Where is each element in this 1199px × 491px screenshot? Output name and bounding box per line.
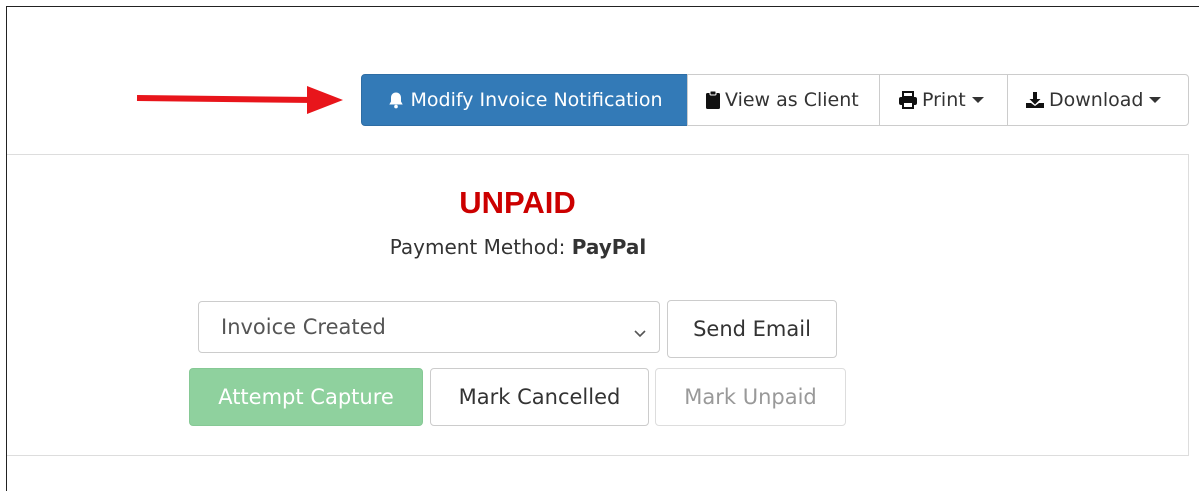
bell-icon xyxy=(387,91,405,109)
view-as-client-button[interactable]: View as Client xyxy=(687,74,880,126)
clipboard-icon xyxy=(705,90,721,110)
mark-cancelled-button[interactable]: Mark Cancelled xyxy=(430,368,649,426)
caret-down-icon xyxy=(1149,97,1162,103)
printer-icon xyxy=(898,91,918,109)
chevron-down-icon xyxy=(633,320,647,344)
attempt-capture-button[interactable]: Attempt Capture xyxy=(189,368,423,426)
annotation-arrow xyxy=(136,86,343,114)
print-button[interactable]: Print xyxy=(879,74,1008,126)
invoice-toolbar: Modify Invoice Notification View as Clie… xyxy=(361,74,1189,126)
email-template-select[interactable]: Invoice Created xyxy=(198,301,660,353)
modify-invoice-notification-label: Modify Invoice Notification xyxy=(410,89,663,111)
view-as-client-label: View as Client xyxy=(725,89,859,111)
payment-method-prefix: Payment Method: xyxy=(389,235,572,259)
download-label: Download xyxy=(1049,89,1144,111)
payment-method: Payment Method: PayPal xyxy=(300,235,736,259)
payment-method-value: PayPal xyxy=(571,235,647,259)
download-icon xyxy=(1025,91,1045,109)
print-label: Print xyxy=(922,89,966,111)
mark-unpaid-button[interactable]: Mark Unpaid xyxy=(655,368,846,426)
invoice-status: UNPAID xyxy=(459,185,576,220)
email-template-value: Invoice Created xyxy=(221,315,386,339)
download-button[interactable]: Download xyxy=(1007,74,1189,126)
caret-down-icon xyxy=(971,97,984,103)
modify-invoice-notification-button[interactable]: Modify Invoice Notification xyxy=(361,74,688,126)
send-email-button[interactable]: Send Email xyxy=(667,300,837,358)
